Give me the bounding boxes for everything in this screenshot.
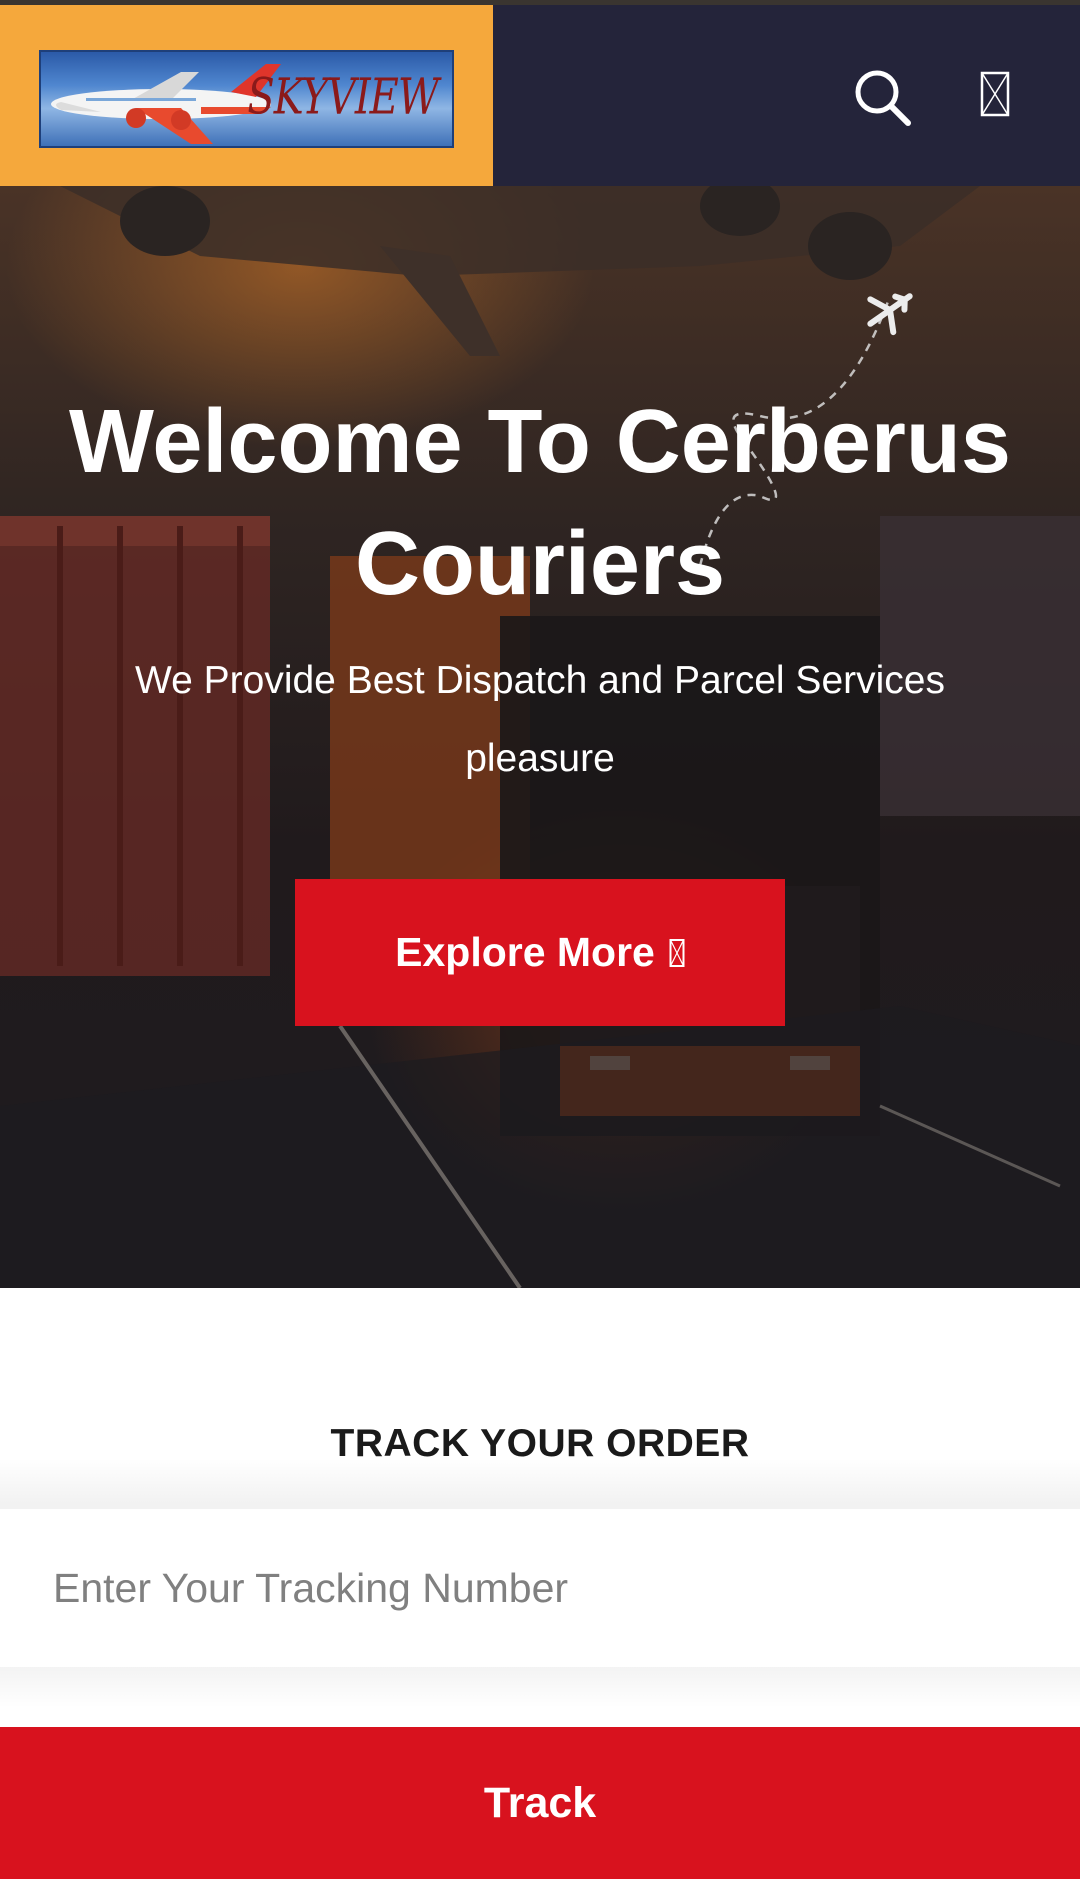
hero-banner: Welcome To Cerberus Couriers We Provide … xyxy=(0,186,1080,1288)
explore-more-button[interactable]: Explore More xyxy=(295,879,785,1026)
logo: SKYVIEW xyxy=(39,50,454,148)
arrow-right-icon xyxy=(669,938,685,967)
search-icon xyxy=(855,70,911,126)
small-airplane-icon xyxy=(867,293,913,336)
explore-more-label: Explore More xyxy=(395,929,655,975)
menu-button[interactable] xyxy=(980,71,1010,117)
track-order-section: TRACK YOUR ORDER Track xyxy=(0,1288,1080,1879)
hero-subtitle: We Provide Best Dispatch and Parcel Serv… xyxy=(135,659,945,780)
hero-title: Welcome To Cerberus Couriers xyxy=(69,392,1011,614)
logo-text: SKYVIEW xyxy=(247,68,439,126)
site-header: SKYVIEW xyxy=(0,5,1080,186)
tracking-number-input[interactable] xyxy=(0,1509,1080,1667)
track-button[interactable]: Track xyxy=(0,1727,1080,1879)
logo-container[interactable]: SKYVIEW xyxy=(0,5,493,186)
menu-icon xyxy=(980,71,1010,117)
search-button[interactable] xyxy=(852,67,914,129)
